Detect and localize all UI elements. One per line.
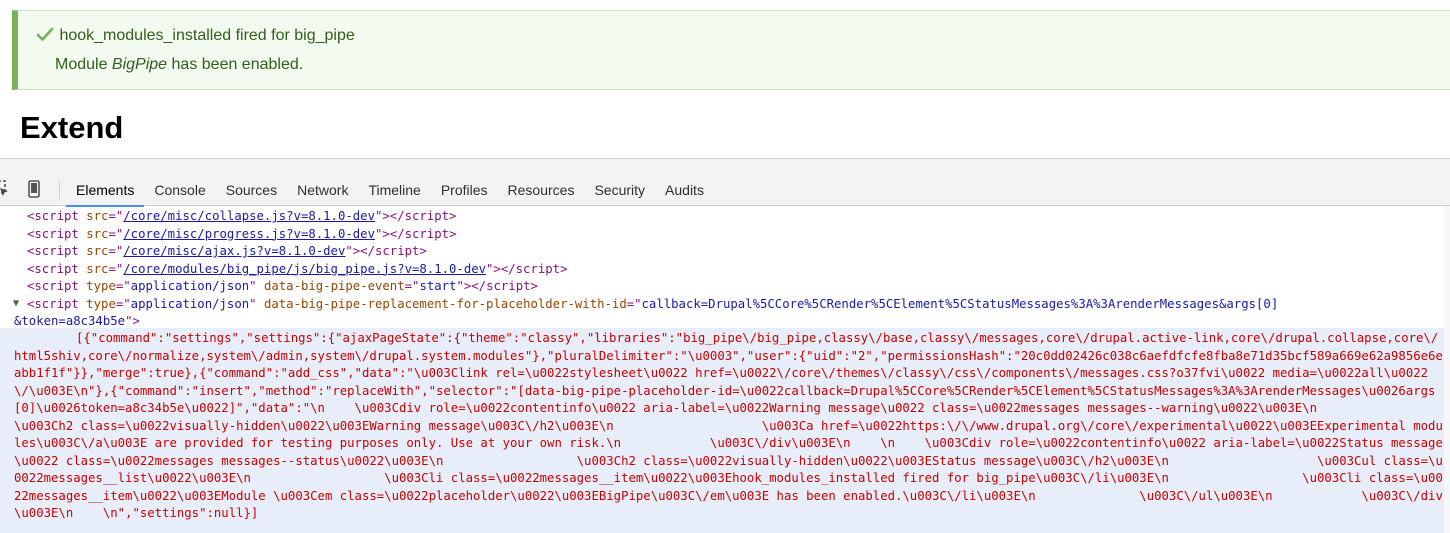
- device-mode-icon[interactable]: [26, 180, 42, 198]
- replacement-type-value: application/json: [130, 296, 250, 311]
- script-src-link[interactable]: /core/misc/collapse.js?v=8.1.0-dev: [123, 209, 375, 223]
- elements-tree: <script src="/core/misc/collapse.js?v=8.…: [0, 206, 1450, 533]
- elements-scrollbar[interactable]: [1444, 206, 1450, 533]
- tab-timeline[interactable]: Timeline: [358, 173, 430, 207]
- script-src-link[interactable]: /core/misc/ajax.js?v=8.1.0-dev: [123, 244, 345, 258]
- script-type-value: application/json: [130, 279, 250, 293]
- status-line-2-prefix: Module: [55, 56, 112, 73]
- tab-audits[interactable]: Audits: [655, 173, 714, 207]
- devtools-panel: Elements Console Sources Network Timelin…: [0, 158, 1450, 533]
- tab-elements[interactable]: Elements: [66, 173, 145, 207]
- status-row-1: hook_modules_installed fired for big_pip…: [36, 26, 355, 45]
- tab-resources[interactable]: Resources: [498, 173, 585, 207]
- event-attr-name: data-big-pipe-event: [263, 279, 405, 293]
- expand-triangle-icon[interactable]: ▼: [13, 295, 19, 313]
- replacement-attr-name: data-big-pipe-replacement-for-placeholde…: [263, 296, 627, 311]
- tab-console[interactable]: Console: [144, 173, 215, 207]
- dom-node-script[interactable]: <script src="/core/misc/collapse.js?v=8.…: [27, 208, 456, 226]
- inspect-element-icon[interactable]: [0, 180, 10, 198]
- tab-profiles[interactable]: Profiles: [431, 173, 498, 207]
- dom-node-script-event[interactable]: <script type="application/json" data-big…: [27, 278, 538, 296]
- status-module-name: BigPipe: [111, 56, 168, 73]
- tab-network[interactable]: Network: [287, 173, 358, 207]
- replacement-attr-value-1: callback=Drupal%5CCore%5CRender%5CElemen…: [641, 296, 1279, 311]
- toolbar-separator: [59, 181, 60, 199]
- devtools-toolbar: Elements Console Sources Network Timelin…: [0, 158, 1450, 207]
- dom-node-script[interactable]: <script src="/core/misc/progress.js?v=8.…: [27, 226, 456, 244]
- script-src-link[interactable]: /core/misc/progress.js?v=8.1.0-dev: [123, 227, 375, 241]
- dom-node-script[interactable]: <script src="/core/misc/ajax.js?v=8.1.0-…: [27, 243, 427, 261]
- event-attr-value: start: [419, 279, 457, 293]
- script-src-link[interactable]: /core/modules/big_pipe/js/big_pipe.js?v=…: [123, 262, 486, 276]
- dom-node-script[interactable]: <script src="/core/modules/big_pipe/js/b…: [27, 261, 567, 279]
- page-title: Extend: [20, 110, 124, 145]
- check-icon: [36, 27, 54, 41]
- devtools-tabs: Elements Console Sources Network Timelin…: [66, 173, 714, 207]
- tab-security[interactable]: Security: [584, 173, 655, 207]
- dom-node-script-replacement[interactable]: <script type="application/json" data-big…: [27, 296, 1278, 314]
- status-line-2-suffix: has been enabled.: [167, 56, 304, 73]
- status-line-1: hook_modules_installed fired for big_pip…: [59, 27, 355, 44]
- json-text-node[interactable]: [{"command":"settings","settings":{"ajax…: [0, 328, 1444, 533]
- status-row-2: Module BigPipe has been enabled.: [55, 56, 303, 74]
- json-text-content: [{"command":"settings","settings":{"ajax…: [14, 331, 1450, 520]
- status-message: hook_modules_installed fired for big_pip…: [12, 10, 1450, 90]
- replacement-attr-value-2: &token=a8c34b5e: [14, 314, 126, 328]
- tab-sources[interactable]: Sources: [216, 173, 287, 207]
